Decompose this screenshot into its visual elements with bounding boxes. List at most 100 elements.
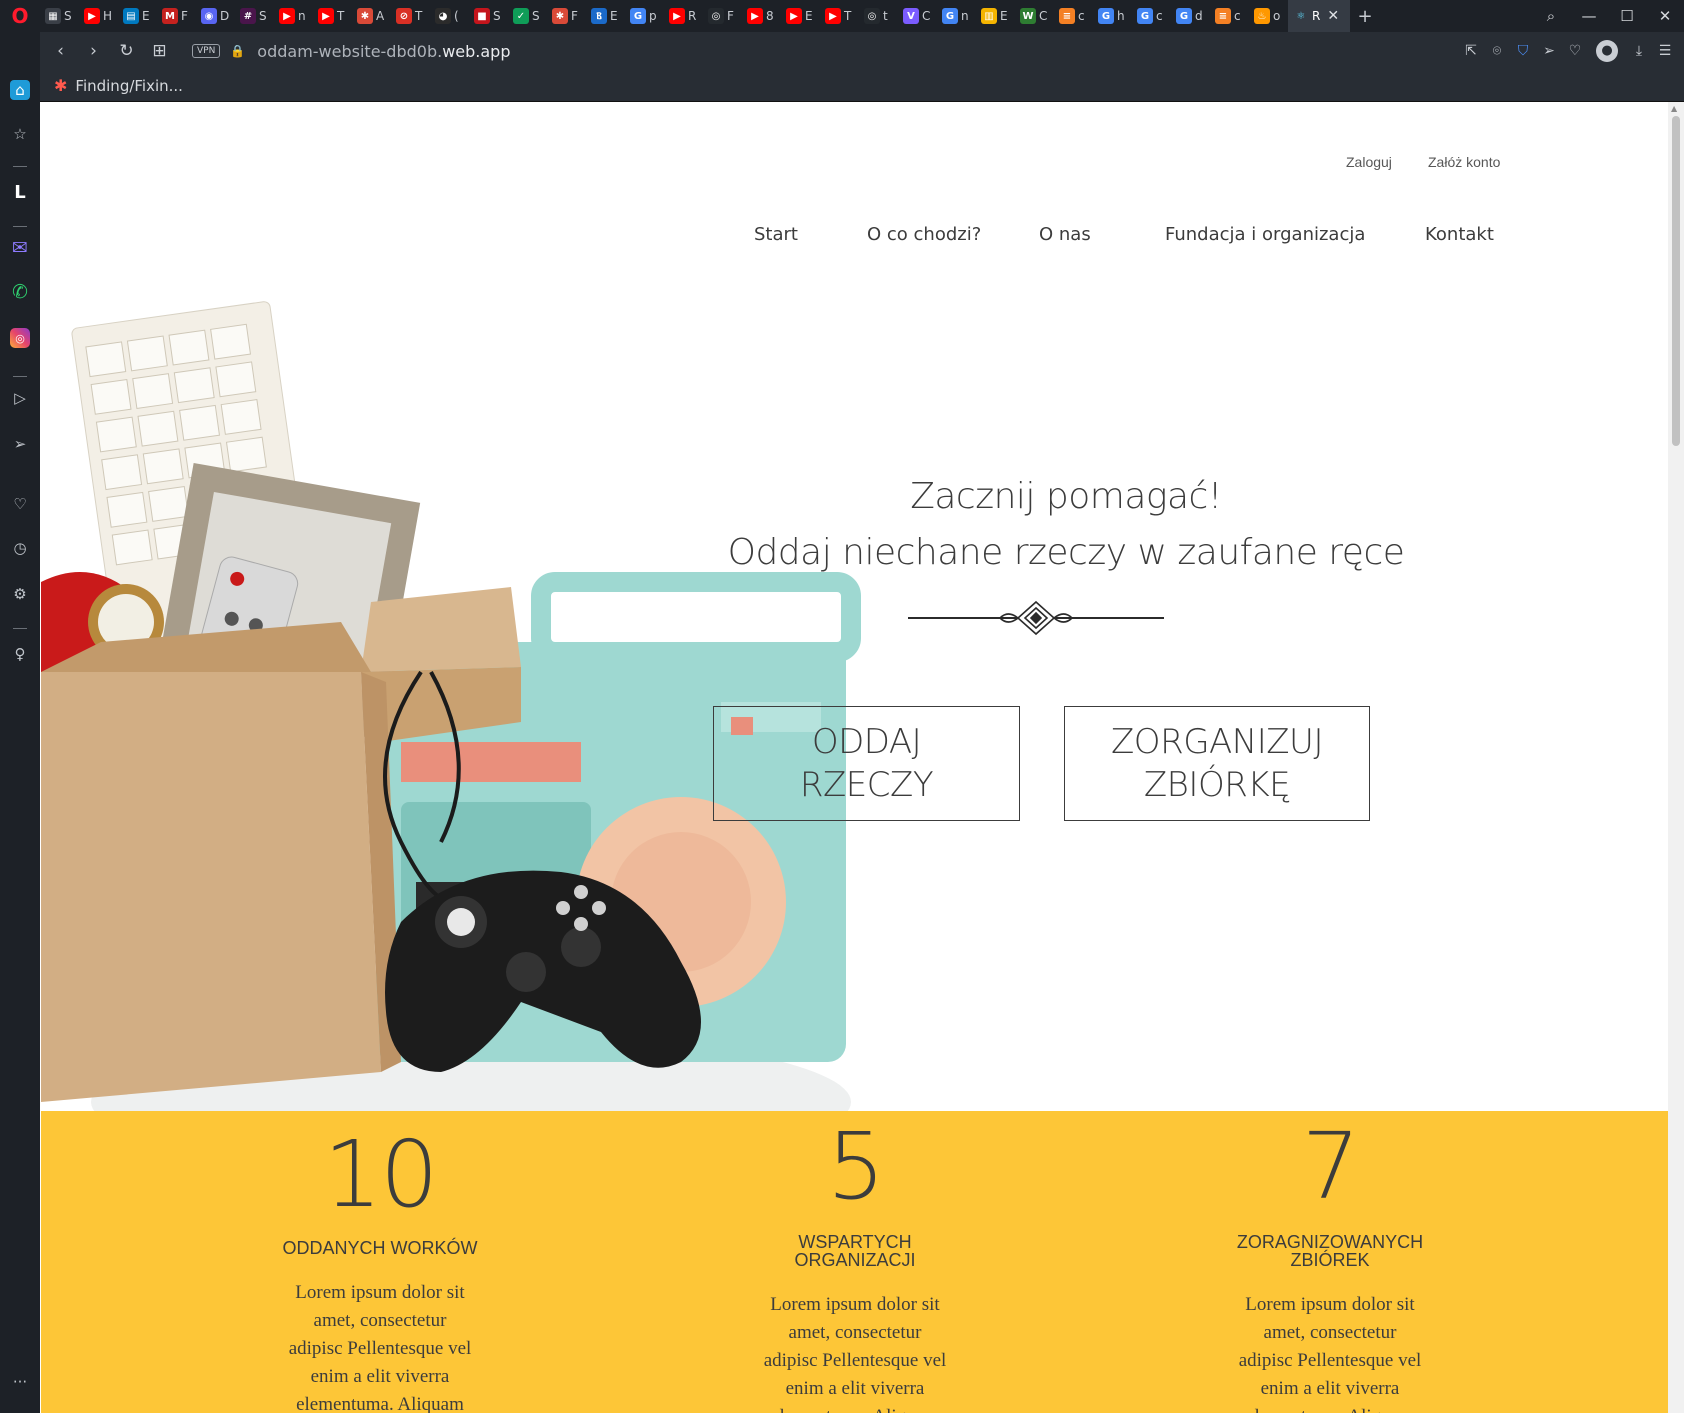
page-scrollbar[interactable]: ▲ [1668,102,1684,1413]
give-items-button[interactable]: ODDAJ RZECZY [713,706,1020,821]
tab[interactable]: ▶ n [274,0,313,32]
tab-title: H [103,9,113,23]
nav-start[interactable]: Start [754,224,798,245]
player-icon[interactable]: ▷ [10,388,30,408]
lock-icon[interactable]: 🔒 [230,44,245,58]
tab-favicon-icon: ◎ [708,8,724,24]
react-icon: ⚛ [1296,10,1306,22]
tab[interactable]: ◎ t [859,0,898,32]
tab[interactable]: VC [898,0,937,32]
tab-title: S [532,9,540,23]
snapshot-icon[interactable]: ⌾ [1484,43,1510,59]
organize-collection-label: ZORGANIZUJ ZBIÓRKĘ [1111,721,1323,807]
login-link[interactable]: Zaloguj [1346,154,1392,170]
tab[interactable]: ◎ F [703,0,742,32]
tab-title: n [961,9,969,23]
whatsapp-icon[interactable]: ✆ [10,281,30,303]
reload-button[interactable]: ↻ [110,41,143,61]
tab-title: F [727,9,734,23]
vpn-badge[interactable]: VPN [192,44,221,58]
bookmarks-heart-icon[interactable]: ♡ [10,494,30,514]
tab-favicon-icon: ≡ [1059,8,1075,24]
tab-favicon-icon: W [1020,8,1036,24]
opera-menu-icon[interactable]: O [0,0,40,32]
organize-collection-button[interactable]: ZORGANIZUJ ZBIÓRKĘ [1064,706,1370,821]
speed-dial-grid-icon[interactable]: ⊞ [143,41,176,61]
scrollbar-thumb[interactable] [1672,116,1680,446]
new-tab-button[interactable]: + [1350,6,1380,27]
back-button[interactable]: ‹ [44,41,77,61]
tab-active[interactable]: ⚛ R ✕ [1288,0,1350,32]
send-sidebar-icon[interactable]: ➢ [10,434,30,454]
sidebar-divider [13,226,27,227]
organize-collection-label-line2: ZBIÓRKĘ [1143,764,1291,805]
tab-strip: ▦ S ▶ H ▤ E M F ◉ D # S ▶ n ▶ T ✱ A ⊘ T ◕(■ S ✓ S ✱ F Ⲃ E Gp ▶ R ◎ F ▶ 8 ▶ E… [40,0,1288,32]
download-icon[interactable]: ⤓ [1626,43,1652,59]
tab[interactable]: # S [235,0,274,32]
pinboard-icon[interactable]: ☆ [10,124,30,144]
nav-about-idea[interactable]: O co chodzi? [867,224,981,245]
tab[interactable]: ⊘ T [391,0,430,32]
nav-foundations[interactable]: Fundacja i organizacja [1165,224,1365,245]
tab[interactable]: ▶ R [664,0,703,32]
profile-avatar-icon[interactable]: ● [1596,40,1618,62]
tab[interactable]: ◕( [430,0,469,32]
tab[interactable]: ▥ E [976,0,1015,32]
nav-contact[interactable]: Kontakt [1425,224,1494,245]
url-field[interactable]: oddam-website-dbd0b.web.app [257,42,510,61]
scroll-up-arrow-icon[interactable]: ▲ [1671,104,1677,113]
more-options-icon[interactable]: ··· [10,1372,30,1392]
tab[interactable]: ▶ T [313,0,352,32]
tab[interactable]: ▶ 8 [742,0,781,32]
tab[interactable]: ■ S [469,0,508,32]
tab-title: t [883,9,888,23]
tab[interactable]: ✱ A [352,0,391,32]
decoration-divider-icon [908,600,1164,636]
close-window-button[interactable]: ✕ [1646,7,1684,25]
lightbulb-icon[interactable]: ♀ [10,644,30,664]
tab[interactable]: ✱ F [547,0,586,32]
forward-button[interactable]: › [77,41,110,61]
give-items-label-line2: RZECZY [799,764,934,805]
tab[interactable]: ▶ T [820,0,859,32]
tab-favicon-icon: Ⲃ [591,8,607,24]
tab[interactable]: Gh [1093,0,1132,32]
tab[interactable]: WC [1015,0,1054,32]
instagram-icon[interactable]: ◎ [10,328,30,348]
tab[interactable]: Gc [1132,0,1171,32]
stat-organizations-label-line2: ORGANIZACJI [794,1250,916,1270]
adblock-shield-icon[interactable]: ⛉ [1510,43,1536,59]
share-icon[interactable]: ⇱ [1458,43,1484,59]
bookmark-item[interactable]: Finding/Fixin... [75,77,183,95]
tab[interactable]: ▦ S [40,0,79,32]
send-icon[interactable]: ➢ [1536,43,1562,59]
history-clock-icon[interactable]: ◷ [10,538,30,558]
tab[interactable]: ♨ o [1249,0,1288,32]
tab[interactable]: Gp [625,0,664,32]
tab[interactable]: Gd [1171,0,1210,32]
tab[interactable]: ◉ D [196,0,235,32]
minimize-button[interactable]: — [1570,7,1608,25]
maximize-button[interactable]: ☐ [1608,7,1646,25]
aria-icon[interactable]: L [10,182,30,203]
tab[interactable]: ⲂE [586,0,625,32]
easy-setup-menu-icon[interactable]: ☰ [1652,43,1678,59]
tab[interactable]: ▤ E [118,0,157,32]
nav-about-us[interactable]: O nas [1039,224,1091,245]
register-link[interactable]: Załóż konto [1428,154,1500,170]
settings-gear-icon[interactable]: ⚙ [10,584,30,604]
tab[interactable]: ✓ S [508,0,547,32]
tab-title: T [337,9,345,23]
messenger-icon[interactable]: ✉ [10,237,30,259]
tab[interactable]: ≡ c [1054,0,1093,32]
tab-favicon-icon: ▶ [279,8,295,24]
tab[interactable]: Gn [937,0,976,32]
tab-search-icon[interactable]: ⌕ [1532,7,1570,25]
tab[interactable]: ▶ E [781,0,820,32]
heart-icon[interactable]: ♡ [1562,43,1588,59]
tab[interactable]: ▶ H [79,0,118,32]
home-icon[interactable]: ⌂ [10,80,30,100]
tab[interactable]: ≡ c [1210,0,1249,32]
tab-close-icon[interactable]: ✕ [1327,8,1339,24]
tab[interactable]: MF [157,0,196,32]
